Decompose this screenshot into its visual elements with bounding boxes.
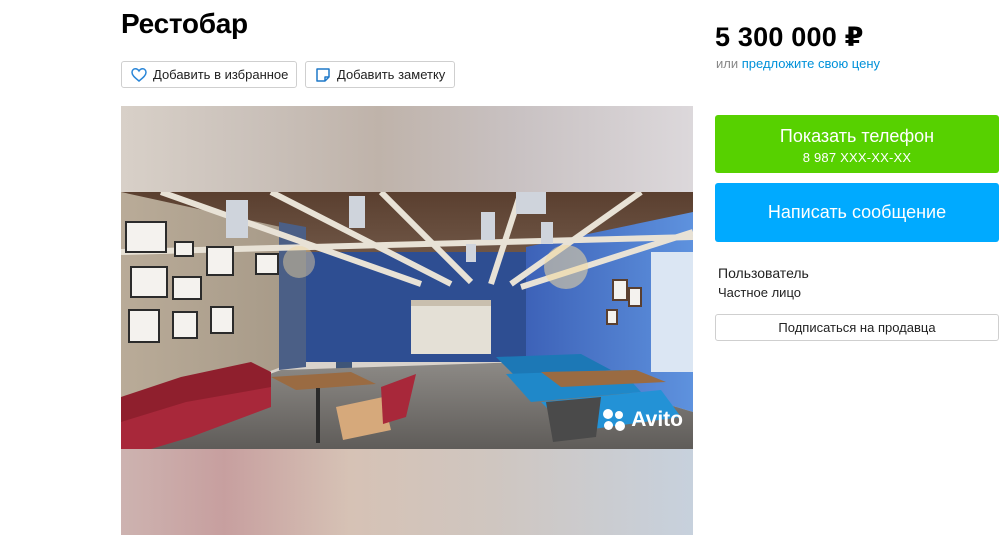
- add-to-favorites-button[interactable]: Добавить в избранное: [121, 61, 297, 88]
- price-offer: или предложите свою цену: [716, 56, 880, 71]
- suggest-price-link[interactable]: предложите свою цену: [742, 56, 880, 71]
- seller-name[interactable]: Пользователь: [718, 265, 809, 281]
- show-phone-button[interactable]: Показать телефон 8 987 XXX-XX-XX: [715, 115, 999, 173]
- add-to-favorites-label: Добавить в избранное: [153, 67, 289, 82]
- price: 5 300 000 ₽: [715, 22, 864, 52]
- add-note-label: Добавить заметку: [337, 67, 446, 82]
- show-phone-label: Показать телефон: [779, 126, 935, 146]
- heart-icon: [131, 67, 147, 82]
- avito-watermark-text: Avito: [631, 408, 683, 431]
- breadcrumb[interactable]: · · · · · ·: [122, 0, 442, 3]
- page-title: Рестобар: [121, 8, 248, 39]
- seller-type: Частное лицо: [718, 285, 801, 300]
- sticky-note-icon: [316, 67, 330, 82]
- blurred-preview-top: [121, 106, 693, 192]
- masked-phone-number: 8 987 XXX-XX-XX: [802, 150, 912, 165]
- avito-watermark: Avito: [603, 408, 683, 432]
- subscribe-seller-button[interactable]: Подписаться на продавца: [715, 314, 999, 341]
- avito-logo-icon: [603, 409, 626, 431]
- blurred-preview-bottom: [121, 449, 693, 535]
- offer-prefix: или: [716, 56, 739, 71]
- write-message-button[interactable]: Написать сообщение: [715, 183, 999, 242]
- add-note-button[interactable]: Добавить заметку: [305, 61, 455, 88]
- photo-gallery[interactable]: Avito: [121, 106, 693, 535]
